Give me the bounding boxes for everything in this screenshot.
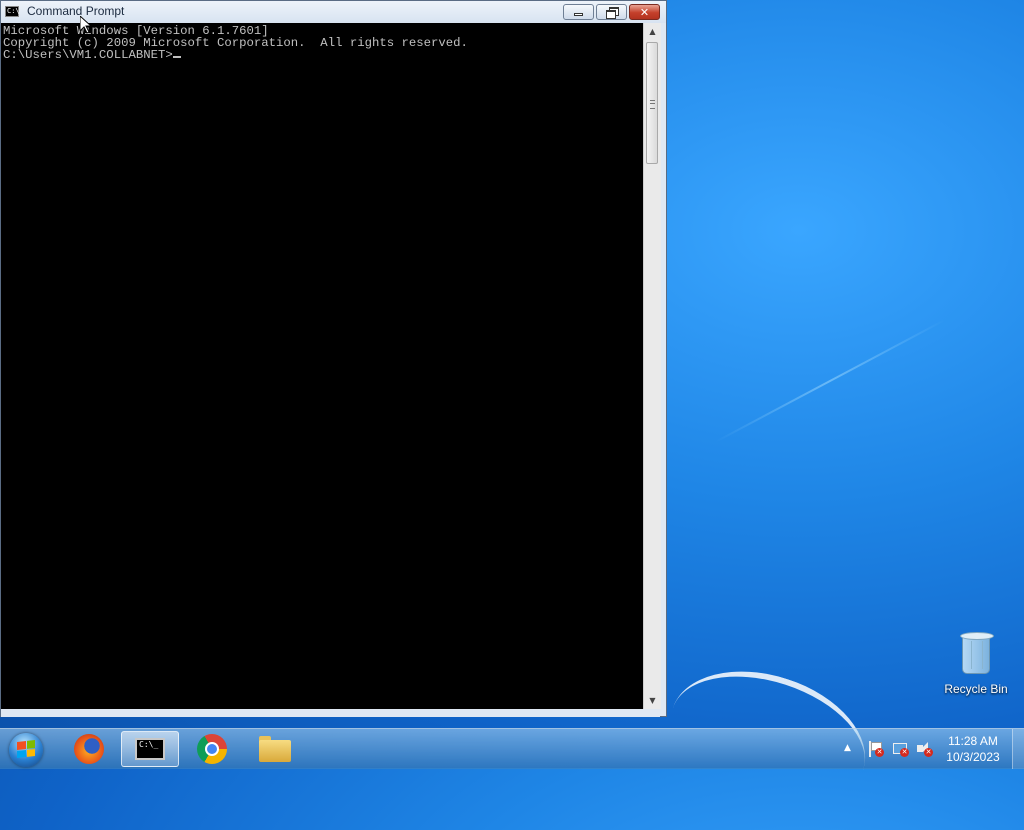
scroll-up-arrow-icon[interactable]: ▲: [644, 23, 661, 40]
restore-icon: [605, 7, 619, 19]
text-cursor: [172, 56, 181, 58]
firefox-icon: [74, 734, 104, 764]
volume-icon[interactable]: ✕: [915, 741, 933, 757]
minimize-button[interactable]: [563, 4, 594, 20]
command-prompt-icon: C:\_: [135, 738, 165, 760]
command-prompt-icon[interactable]: C:\: [5, 6, 20, 17]
close-button[interactable]: ✕: [629, 4, 660, 20]
scrollbar-grip-icon: [650, 100, 655, 109]
clock-time: 11:28 AM: [948, 734, 998, 748]
folder-icon: [259, 736, 291, 762]
taskbar-item-explorer[interactable]: [246, 731, 304, 767]
taskbar-item-firefox[interactable]: [60, 731, 118, 767]
window-titlebar[interactable]: C:\ Command Prompt ✕: [1, 1, 666, 23]
taskbar-clock[interactable]: 11:28 AM 10/3/2023: [940, 733, 1006, 765]
show-hidden-icons-button[interactable]: ▲: [844, 743, 851, 753]
vertical-scrollbar[interactable]: ▲ ▼: [643, 23, 661, 709]
desktop-light-streak: [714, 319, 946, 443]
scroll-down-arrow-icon[interactable]: ▼: [644, 692, 661, 709]
clock-date: 10/3/2023: [946, 750, 1000, 764]
taskbar-item-command-prompt[interactable]: C:\_: [121, 731, 179, 767]
mute-badge-icon: ✕: [924, 748, 933, 757]
scrollbar-thumb[interactable]: [646, 42, 658, 164]
error-badge-icon: ✕: [875, 748, 884, 757]
action-center-flag-icon[interactable]: ✕: [866, 741, 884, 757]
console-prompt-line[interactable]: C:\Users\VM1.COLLABNET>: [1, 49, 643, 61]
console-prompt: C:\Users\VM1.COLLABNET>: [3, 48, 173, 62]
close-icon: ✕: [639, 5, 650, 19]
show-desktop-button[interactable]: [1012, 729, 1024, 769]
recycle-bin[interactable]: Recycle Bin: [940, 630, 1012, 696]
recycle-bin-icon: [958, 630, 994, 676]
error-badge-icon: ✕: [900, 748, 909, 757]
window-bottom-border: [1, 709, 660, 717]
taskbar-item-chrome[interactable]: [183, 731, 241, 767]
console-output[interactable]: Microsoft Windows [Version 6.1.7601] Cop…: [1, 23, 643, 709]
taskbar: C:\_ ▲ ✕ ✕ ✕ 11:28 AM 10/3/2023: [0, 728, 1024, 769]
recycle-bin-label: Recycle Bin: [944, 682, 1008, 696]
restore-button[interactable]: [596, 4, 627, 20]
start-button[interactable]: [6, 732, 46, 768]
command-prompt-window[interactable]: C:\ Command Prompt ✕ Microsoft Windows […: [0, 0, 667, 717]
window-title: Command Prompt: [27, 4, 125, 18]
minimize-icon: [574, 13, 583, 16]
chrome-icon: [197, 734, 227, 764]
windows-logo-icon: [17, 740, 35, 758]
network-icon[interactable]: ✕: [891, 741, 909, 757]
